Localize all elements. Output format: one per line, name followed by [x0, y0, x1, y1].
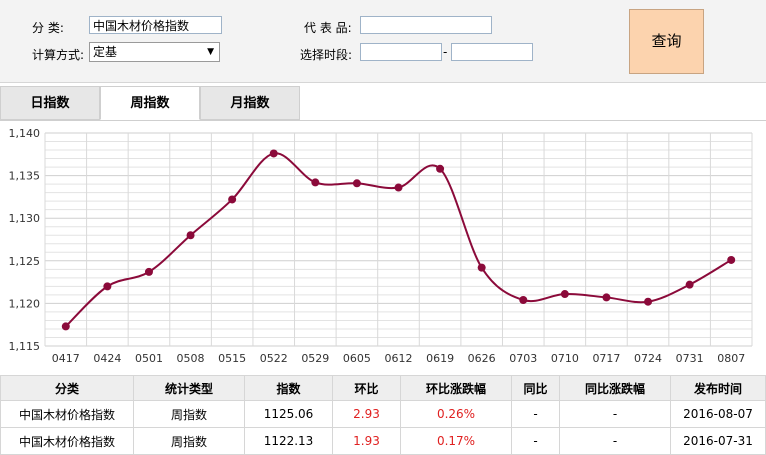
- data-point: [228, 195, 237, 204]
- tab-weekly[interactable]: 周指数: [100, 86, 200, 120]
- cell-yoy: -: [511, 400, 560, 428]
- x-tick-label: 0717: [592, 352, 620, 365]
- data-point: [269, 149, 278, 158]
- category-label: 分 类:: [32, 21, 64, 35]
- x-tick-label: 0626: [468, 352, 496, 365]
- cell-yoy-pct: -: [559, 427, 671, 455]
- cell-yoy-pct: -: [559, 400, 671, 428]
- data-point: [727, 255, 736, 264]
- category-input[interactable]: 中国木材价格指数: [89, 16, 222, 34]
- chart-svg: 1,115 1,120 1,125 1,130 1,135 1,140 0417 0424 05…: [9, 127, 753, 365]
- data-point: [103, 282, 112, 291]
- data-point: [186, 231, 195, 240]
- data-point: [144, 267, 153, 276]
- x-tick-label: 0522: [260, 352, 288, 365]
- column-header: 分类: [0, 375, 134, 401]
- x-tick-label: 0710: [551, 352, 579, 365]
- date-from-input[interactable]: [360, 43, 442, 61]
- data-point: [685, 280, 694, 289]
- column-header: 统计类型: [133, 375, 245, 401]
- cell-mom-pct: 0.26%: [400, 400, 512, 428]
- query-button[interactable]: 查询: [629, 9, 704, 74]
- chevron-down-icon: ▼: [207, 47, 214, 57]
- column-header: 环比: [332, 375, 401, 401]
- x-tick-label: 0703: [509, 352, 537, 365]
- x-tick-label: 0612: [385, 352, 413, 365]
- column-header: 同比: [511, 375, 560, 401]
- period-label: 选择时段:: [300, 48, 353, 62]
- cell-date: 2016-07-31: [670, 427, 766, 455]
- y-tick-label: 1,140: [9, 127, 41, 140]
- x-tick-label: 0724: [634, 352, 662, 365]
- index-table: 分类 统计类型 指数 环比 环比涨跌幅 同比 同比涨跌幅 发布时间 中国木材价格…: [0, 375, 766, 455]
- cell-mom: 2.93: [332, 400, 401, 428]
- data-point: [560, 290, 569, 299]
- product-label: 代 表 品:: [304, 21, 352, 35]
- cell-mom: 1.93: [332, 427, 401, 455]
- data-point: [394, 183, 403, 192]
- cell-stat-type: 周指数: [133, 427, 245, 455]
- table-header-row: 分类 统计类型 指数 环比 环比涨跌幅 同比 同比涨跌幅 发布时间: [0, 375, 766, 401]
- x-tick-label: 0605: [343, 352, 371, 365]
- column-header: 环比涨跌幅: [400, 375, 512, 401]
- cell-date: 2016-08-07: [670, 400, 766, 428]
- data-point: [519, 295, 528, 304]
- data-point: [311, 178, 320, 187]
- x-tick-label: 0424: [93, 352, 121, 365]
- data-point: [436, 164, 445, 173]
- index-tabs: 日指数 周指数 月指数: [0, 86, 766, 120]
- date-separator: -: [443, 45, 448, 59]
- x-tick-label: 0619: [426, 352, 454, 365]
- x-tick-label: 0807: [717, 352, 745, 365]
- x-tick-label: 0417: [52, 352, 80, 365]
- cell-category: 中国木材价格指数: [0, 427, 134, 455]
- tab-monthly[interactable]: 月指数: [200, 86, 300, 120]
- cell-yoy: -: [511, 427, 560, 455]
- column-header: 指数: [244, 375, 333, 401]
- data-point: [61, 322, 70, 331]
- y-tick-label: 1,135: [9, 170, 41, 183]
- y-tick-label: 1,130: [9, 212, 41, 225]
- series-line: [65, 152, 732, 328]
- calc-method-select[interactable]: 定基 ▼: [89, 42, 220, 62]
- data-point: [602, 293, 611, 302]
- x-tick-label: 0515: [218, 352, 246, 365]
- data-point: [477, 263, 486, 272]
- x-tick-label: 0501: [135, 352, 163, 365]
- index-line-chart: 1,115 1,120 1,125 1,130 1,135 1,140 0417 0424 05…: [0, 120, 766, 367]
- column-header: 发布时间: [670, 375, 766, 401]
- cell-index: 1125.06: [244, 400, 333, 428]
- y-tick-label: 1,125: [9, 255, 41, 268]
- y-tick-label: 1,120: [9, 297, 41, 310]
- data-point: [352, 179, 361, 188]
- data-point: [644, 297, 653, 306]
- cell-stat-type: 周指数: [133, 400, 245, 428]
- calc-method-label: 计算方式:: [32, 48, 85, 62]
- date-to-input[interactable]: [451, 43, 533, 61]
- cell-category: 中国木材价格指数: [0, 400, 134, 428]
- table-row: 中国木材价格指数 周指数 1125.06 2.93 0.26% - - 2016…: [0, 400, 766, 428]
- product-input[interactable]: [360, 16, 492, 34]
- cell-index: 1122.13: [244, 427, 333, 455]
- search-form: 分 类: 中国木材价格指数 计算方式: 定基 ▼ 代 表 品: 选择时段: - …: [0, 0, 766, 83]
- column-header: 同比涨跌幅: [559, 375, 671, 401]
- calc-method-value: 定基: [93, 45, 118, 59]
- table-row: 中国木材价格指数 周指数 1122.13 1.93 0.17% - - 2016…: [0, 427, 766, 455]
- x-tick-label: 0731: [676, 352, 704, 365]
- y-tick-label: 1,115: [9, 340, 41, 353]
- x-tick-label: 0508: [177, 352, 205, 365]
- cell-mom-pct: 0.17%: [400, 427, 512, 455]
- x-tick-label: 0529: [301, 352, 329, 365]
- tab-daily[interactable]: 日指数: [0, 86, 100, 120]
